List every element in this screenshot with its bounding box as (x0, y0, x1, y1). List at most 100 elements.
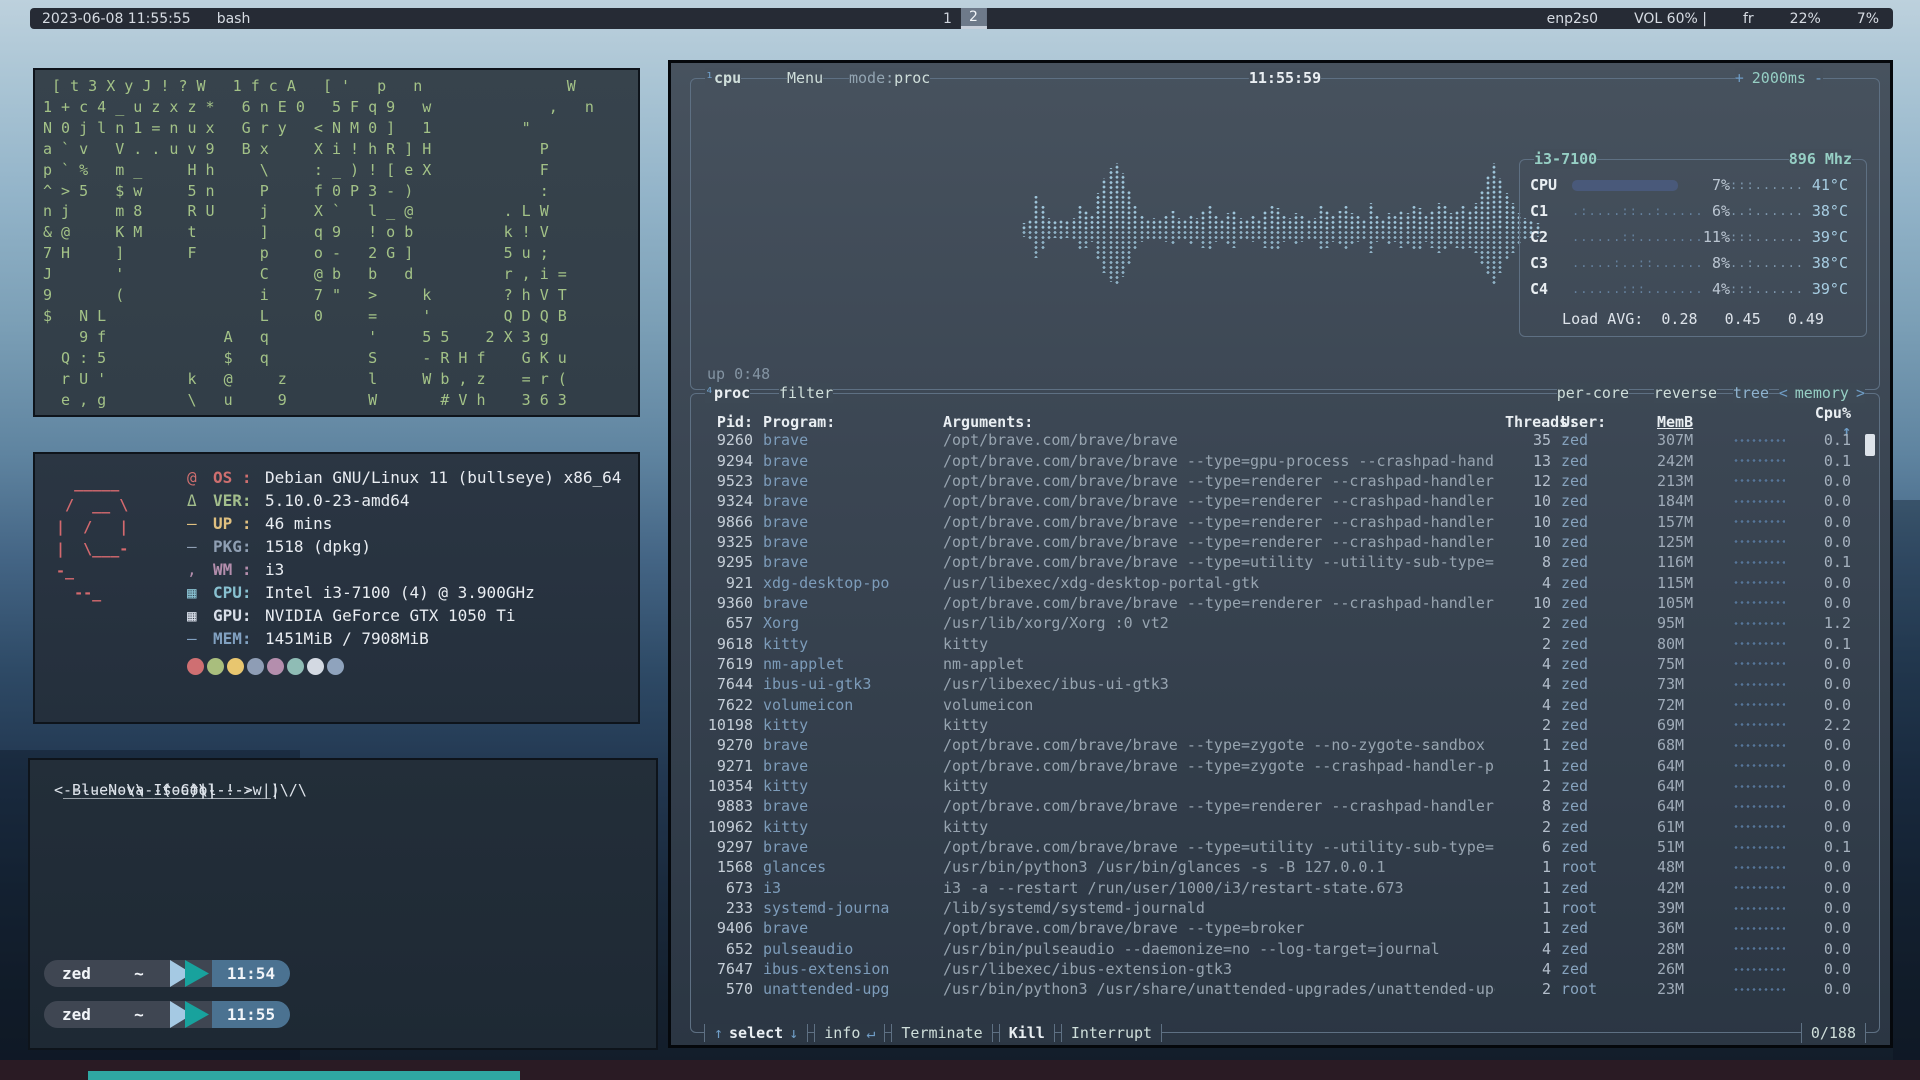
fetch-row-icon: , (187, 560, 213, 579)
process-row[interactable]: 921 xdg-desktop-po /usr/libexec/xdg-desk… (691, 572, 1879, 592)
process-pid: 9866 (701, 513, 753, 531)
menu-button[interactable]: Menu (787, 68, 823, 88)
process-pid: 10198 (701, 716, 753, 734)
process-row[interactable]: 657 Xorg /usr/lib/xorg/Xorg :0 vt2 2 zed… (691, 613, 1879, 633)
interrupt-button[interactable]: Interrupt (1061, 1024, 1162, 1042)
process-threads: 13 (1505, 452, 1551, 470)
core-name: C3 (1530, 254, 1572, 272)
column-arguments[interactable]: Arguments: (943, 413, 1495, 431)
column-user[interactable]: User: (1561, 413, 1647, 431)
refresh-plus-button[interactable]: + (1735, 69, 1744, 87)
process-memory: 68M (1657, 736, 1723, 754)
process-row[interactable]: 233 systemd-journa /lib/systemd/systemd-… (691, 898, 1879, 918)
process-row[interactable]: 9883 brave /opt/brave.com/brave/brave --… (691, 796, 1879, 816)
refresh-rate: 2000ms (1752, 69, 1806, 87)
cmatrix-terminal: [ t 3 X y J ! ? W 1 f c A [ ' p n W1 + c… (33, 68, 640, 417)
process-pid: 9260 (701, 431, 753, 449)
process-arguments: /opt/brave.com/brave/brave --type=utilit… (943, 553, 1495, 571)
process-threads: 1 (1505, 757, 1551, 775)
column-threads[interactable]: Threads: (1505, 413, 1551, 431)
process-memory: 72M (1657, 696, 1723, 714)
process-user: zed (1561, 513, 1647, 531)
process-pid: 1568 (701, 858, 753, 876)
select-control[interactable]: ↑select↓ (704, 1024, 808, 1042)
info-button[interactable]: info↵ (814, 1024, 885, 1042)
process-memory-graph (1733, 742, 1785, 749)
process-controls: ↑select↓ info↵ Terminate Kill Interrupt (701, 1023, 1165, 1043)
process-row[interactable]: 570 unattended-upg /usr/bin/python3 /usr… (691, 979, 1879, 999)
cpu-core-row: CPU 7% :::...... 41°C (1520, 172, 1866, 198)
mode-selector[interactable]: mode:proc (849, 68, 930, 88)
kill-button[interactable]: Kill (999, 1024, 1055, 1042)
tree-toggle[interactable]: tree (1733, 383, 1769, 403)
process-arguments: /opt/brave.com/brave/brave --type=zygote… (943, 736, 1495, 754)
fetch-row-icon: – (187, 537, 213, 556)
process-user: zed (1561, 452, 1647, 470)
scrollbar-thumb[interactable] (1865, 434, 1875, 456)
process-row[interactable]: 9260 brave /opt/brave.com/brave/brave 35… (691, 430, 1879, 450)
matrix-line: J ' C @ b b d r , i = (43, 264, 630, 285)
process-threads: 2 (1505, 635, 1551, 653)
process-row[interactable]: 10354 kitty kitty 2 zed 64M 0.0 (691, 776, 1879, 796)
per-core-toggle[interactable]: per-core (1557, 383, 1629, 403)
process-row[interactable]: 1568 glances /usr/bin/python3 /usr/bin/g… (691, 857, 1879, 877)
process-row[interactable]: 9523 brave /opt/brave.com/brave/brave --… (691, 471, 1879, 491)
process-row[interactable]: 7644 ibus-ui-gtk3 /usr/libexec/ibus-ui-g… (691, 674, 1879, 694)
logo-line: | / | (47, 516, 128, 538)
column-memb[interactable]: MemB (1657, 413, 1723, 431)
process-row[interactable]: 10962 kitty kitty 2 zed 61M 0.0 (691, 817, 1879, 837)
refresh-minus-button[interactable]: - (1814, 69, 1823, 87)
process-pid: 9618 (701, 635, 753, 653)
filter-button[interactable]: filter (779, 383, 833, 403)
terminate-button[interactable]: Terminate (891, 1024, 992, 1042)
process-row[interactable]: 9618 kitty kitty 2 zed 80M 0.1 (691, 633, 1879, 653)
fetch-row-icon: – (187, 514, 213, 533)
process-row[interactable]: 9271 brave /opt/brave.com/brave/brave --… (691, 756, 1879, 776)
process-user: zed (1561, 655, 1647, 673)
process-program: ibus-ui-gtk3 (763, 675, 933, 693)
process-cpu: 0.0 (1799, 675, 1851, 693)
process-row[interactable]: 9866 brave /opt/brave.com/brave/brave --… (691, 511, 1879, 531)
process-column-headers: Pid: Program: Arguments: Threads: User: … (691, 404, 1879, 424)
process-row[interactable]: 7647 ibus-extension /usr/libexec/ibus-ex… (691, 959, 1879, 979)
process-cpu: 0.0 (1799, 655, 1851, 673)
process-pid: 7647 (701, 960, 753, 978)
workspace-1-button[interactable]: 1 (934, 8, 960, 29)
sort-next-icon[interactable]: > (1856, 384, 1865, 402)
process-list: 9260 brave /opt/brave.com/brave/brave 35… (691, 430, 1879, 1002)
reverse-toggle[interactable]: reverse (1654, 383, 1717, 403)
process-pid: 921 (701, 574, 753, 592)
process-row[interactable]: 9360 brave /opt/brave.com/brave/brave --… (691, 593, 1879, 613)
cpu-core-row: C1 .:....::..:..... 6% ..:...... 38°C (1520, 198, 1866, 224)
process-row[interactable]: 9325 brave /opt/brave.com/brave/brave --… (691, 532, 1879, 552)
core-name: C2 (1530, 228, 1572, 246)
workspace-2-button[interactable]: 2 (960, 8, 986, 29)
process-row[interactable]: 673 i3 i3 -a --restart /run/user/1000/i3… (691, 878, 1879, 898)
sort-prev-icon[interactable]: < (1779, 384, 1788, 402)
process-row[interactable]: 9297 brave /opt/brave.com/brave/brave --… (691, 837, 1879, 857)
process-arguments: /opt/brave.com/brave/brave --type=render… (943, 594, 1495, 612)
process-row[interactable]: 9295 brave /opt/brave.com/brave/brave --… (691, 552, 1879, 572)
arrow-down-icon[interactable]: ↓ (789, 1024, 798, 1042)
process-arguments: kitty (943, 716, 1495, 734)
prompt-user: zed (44, 960, 110, 987)
column-pid[interactable]: Pid: (701, 413, 753, 431)
process-threads: 6 (1505, 838, 1551, 856)
process-row[interactable]: 652 pulseaudio /usr/bin/pulseaudio --dae… (691, 939, 1879, 959)
process-row[interactable]: 9406 brave /opt/brave.com/brave/brave --… (691, 918, 1879, 938)
matrix-line: N 0 j l n 1 = n u x G r y < N M 0 ] 1 " (43, 118, 630, 139)
sort-column-selector[interactable]: <memory> (1779, 383, 1865, 403)
process-pid: 9294 (701, 452, 753, 470)
core-usage-bar (1572, 180, 1678, 191)
process-row[interactable]: 9270 brave /opt/brave.com/brave/brave --… (691, 735, 1879, 755)
process-pid: 652 (701, 940, 753, 958)
process-row[interactable]: 9294 brave /opt/brave.com/brave/brave --… (691, 450, 1879, 470)
core-mini-graph: :::...... (1730, 282, 1796, 296)
process-memory: 69M (1657, 716, 1723, 734)
process-row[interactable]: 9324 brave /opt/brave.com/brave/brave --… (691, 491, 1879, 511)
process-row[interactable]: 7619 nm-applet nm-applet 4 zed 75M 0.0 (691, 654, 1879, 674)
arrow-up-icon[interactable]: ↑ (714, 1024, 723, 1042)
column-program[interactable]: Program: (763, 413, 933, 431)
process-row[interactable]: 10198 kitty kitty 2 zed 69M 2.2 (691, 715, 1879, 735)
process-row[interactable]: 7622 volumeicon volumeicon 4 zed 72M 0.0 (691, 694, 1879, 714)
